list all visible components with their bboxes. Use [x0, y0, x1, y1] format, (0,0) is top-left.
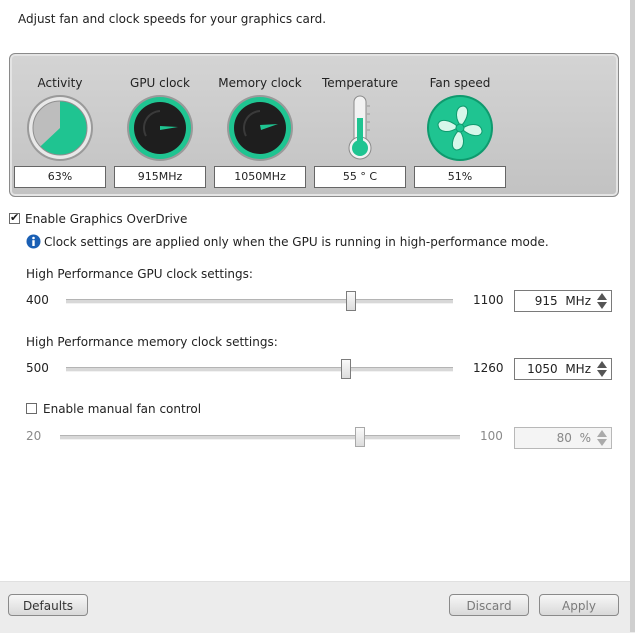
memory-clock-value: 1050MHz: [214, 166, 306, 188]
memory-clock-dial-icon: [227, 95, 293, 161]
memory-clock-spin-arrows[interactable]: [595, 360, 609, 378]
decrease-arrow-icon[interactable]: [597, 302, 607, 309]
info-icon: [26, 234, 41, 249]
fan-control-checkbox-box[interactable]: [26, 403, 37, 414]
footer-bar: Defaults Discard Apply: [0, 581, 635, 633]
fan-slider-thumb[interactable]: [355, 427, 365, 447]
memory-clock-spin-unit: MHz: [565, 362, 591, 376]
gpu-clock-slider-thumb[interactable]: [345, 291, 356, 311]
memory-clock-spinbox[interactable]: 1050 MHz: [514, 358, 612, 380]
apply-button[interactable]: Apply: [539, 594, 619, 616]
fan-max: 100: [480, 429, 503, 443]
fan-slider-track[interactable]: [60, 435, 460, 440]
overdrive-checkbox-box[interactable]: [9, 211, 20, 224]
overdrive-label[interactable]: Enable Graphics OverDrive: [25, 212, 187, 226]
activity-dial-icon: [27, 95, 93, 161]
temperature-label: Temperature: [321, 76, 398, 90]
defaults-button[interactable]: Defaults: [8, 594, 88, 616]
gpu-clock-title: High Performance GPU clock settings:: [26, 267, 253, 281]
decrease-arrow-icon[interactable]: [597, 439, 607, 446]
fan-min: 20: [26, 429, 42, 443]
thermometer-icon: [348, 95, 372, 160]
gpu-clock-label: GPU clock: [130, 76, 190, 90]
gpu-clock-spin-arrows[interactable]: [595, 292, 609, 310]
gpu-clock-value: 915MHz: [114, 166, 206, 188]
memory-clock-slider-track[interactable]: [66, 367, 453, 372]
activity-value: 63%: [14, 166, 106, 188]
fan-icon: [427, 95, 493, 161]
fan-spinbox[interactable]: 80 %: [514, 427, 612, 449]
memory-clock-max: 1260: [473, 361, 504, 375]
discard-button[interactable]: Discard: [449, 594, 529, 616]
memory-clock-slider-thumb[interactable]: [341, 359, 352, 379]
gpu-clock-spin-unit: MHz: [565, 294, 591, 308]
gpu-clock-min: 400: [26, 293, 49, 307]
increase-arrow-icon[interactable]: [597, 430, 607, 437]
gauge-panel: Activity 63% GPU clock 915MHz Memory clo…: [9, 53, 619, 197]
fan-control-label[interactable]: Enable manual fan control: [43, 402, 201, 416]
increase-arrow-icon[interactable]: [597, 293, 607, 300]
fan-speed-label: Fan speed: [429, 76, 491, 90]
increase-arrow-icon[interactable]: [597, 361, 607, 368]
window-edge: [630, 0, 635, 632]
info-text: Clock settings are applied only when the…: [44, 235, 549, 249]
gpu-clock-slider-track[interactable]: [66, 299, 453, 304]
decrease-arrow-icon[interactable]: [597, 370, 607, 377]
gpu-clock-spinbox[interactable]: 915 MHz: [514, 290, 612, 312]
gpu-clock-max: 1100: [473, 293, 504, 307]
memory-clock-min: 500: [26, 361, 49, 375]
temperature-value: 55 ° C: [314, 166, 406, 188]
fan-spin-arrows[interactable]: [595, 429, 609, 447]
memory-clock-label: Memory clock: [218, 76, 302, 90]
memory-clock-spin-value[interactable]: 1050: [527, 362, 558, 376]
page-description: Adjust fan and clock speeds for your gra…: [18, 12, 327, 26]
fan-control-checkbox[interactable]: [26, 403, 37, 417]
memory-clock-title: High Performance memory clock settings:: [26, 335, 278, 349]
fan-spin-unit: %: [579, 431, 591, 445]
overdrive-checkbox[interactable]: [9, 211, 20, 227]
gpu-clock-spin-value[interactable]: 915: [535, 294, 558, 308]
gpu-clock-dial-icon: [127, 95, 193, 161]
activity-label: Activity: [37, 76, 83, 90]
fan-spin-value[interactable]: 80: [557, 431, 572, 445]
fan-speed-value: 51%: [414, 166, 506, 188]
